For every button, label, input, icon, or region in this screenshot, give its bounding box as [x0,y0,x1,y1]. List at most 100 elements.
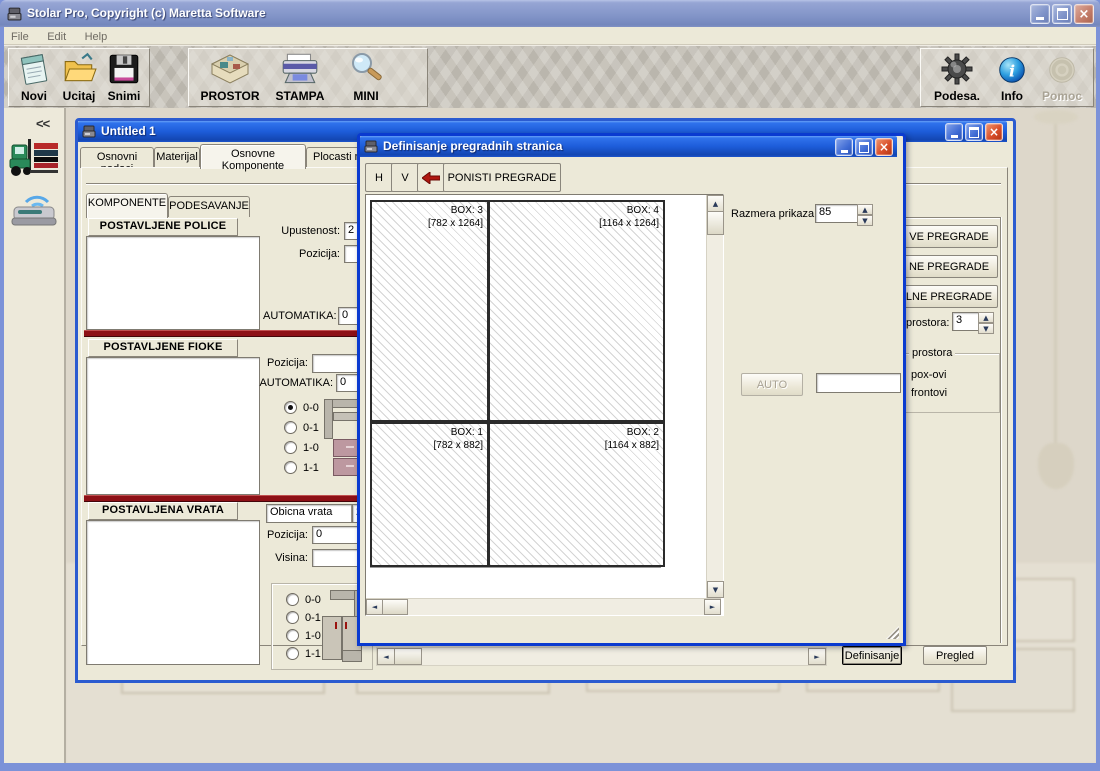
stampa-button[interactable]: STAMPA [269,51,331,104]
razmera-field[interactable]: 85 [815,204,861,223]
subtab-podesavanje[interactable]: PODESAVANJE [168,196,250,217]
pregrade-button-2[interactable]: NE PREGRADE [900,255,998,278]
scroll-thumb[interactable] [382,599,408,615]
police-pozicija-label: Pozicija: [274,248,340,260]
box-2[interactable]: BOX: 2[1164 x 882] [488,422,665,567]
scroll-right-icon[interactable]: ► [704,599,721,615]
police-listbox[interactable] [86,236,260,330]
box-4-name: BOX: 4 [599,204,659,217]
radio-dot [284,461,297,474]
sidebar-collapse-button[interactable]: << [36,116,49,131]
menu-edit[interactable]: Edit [40,29,73,45]
spinner-down-icon[interactable]: ▼ [857,215,873,226]
doc-icon [82,124,96,138]
prostor-button[interactable]: PROSTOR [197,51,263,104]
scroll-up-icon[interactable]: ▲ [707,195,724,212]
fioke-radio-1-1[interactable]: 1-1 [284,461,319,474]
maximize-button[interactable] [1052,4,1072,24]
subtab-komponente[interactable]: KOMPONENTE [86,193,168,218]
auto-value-field[interactable] [816,373,901,393]
box-4[interactable]: BOX: 4[1164 x 1264] [488,200,665,422]
help-icon [1045,51,1079,87]
ponisti-pregrade-button[interactable]: PONISTI PREGRADE [443,163,561,192]
prostora-item-frontovi[interactable]: frontovi [911,387,947,399]
fioke-pozicija-label: Pozicija: [264,357,308,369]
scroll-thumb[interactable] [394,648,422,665]
prostora-item-boxovi[interactable]: pox-ovi [911,369,946,381]
doc-maximize-button[interactable] [965,123,983,141]
vrata-listbox[interactable] [86,520,260,665]
spinner-up-icon[interactable]: ▲ [857,204,873,215]
prostora-label: prostora: [906,317,949,329]
box-1[interactable]: BOX: 1[782 x 882] [370,422,489,567]
toolbar-group-file: Novi Ucitaj Snimi [8,48,150,107]
definisanje-button[interactable]: Definisanje [842,646,902,665]
dialog-maximize-button[interactable] [855,138,873,156]
dialog-minimize-button[interactable] [835,138,853,156]
fioke-radio-1-0[interactable]: 1-0 [284,441,319,454]
podesavanja-button[interactable]: Podesa. [927,51,987,104]
spinner-down-icon[interactable]: ▼ [978,323,994,334]
close-button[interactable]: × [1074,4,1094,24]
fioke-radio-0-1[interactable]: 0-1 [284,421,319,434]
magnifier-icon [345,51,387,87]
partition-canvas[interactable]: BOX: 3[782 x 1264] BOX: 4[1164 x 1264] B… [365,194,724,616]
mini-button[interactable]: MINI [337,51,395,104]
ucitaj-button[interactable]: Ucitaj [57,51,101,104]
dialog-close-button[interactable]: × [875,138,893,156]
menu-file[interactable]: File [4,29,36,45]
vrata-radio-1-1[interactable]: 1-1 [286,647,321,660]
tab-osnovne-komponente[interactable]: Osnovne Komponente [200,144,306,169]
scroll-left-icon[interactable]: ◄ [377,648,395,665]
vrata-visina-label: Visina: [271,552,308,564]
auto-button[interactable]: AUTO [741,373,803,396]
scroll-down-icon[interactable]: ▼ [707,581,724,598]
doc-close-button[interactable]: × [985,123,1003,141]
pregrade-button-1[interactable]: VE PREGRADE [900,225,998,248]
pomoc-button[interactable]: Pomoc [1035,51,1089,104]
svg-text:i: i [1009,62,1015,81]
pregrade-button-3[interactable]: LNE PREGRADE [900,285,998,308]
doc-minimize-button[interactable] [945,123,963,141]
prostor-label: PROSTOR [197,89,263,103]
box-2-dim: [1164 x 882] [605,439,659,452]
fioke-listbox[interactable] [86,357,260,495]
doc-hscrollbar[interactable]: ◄ ► [376,647,827,666]
box-3[interactable]: BOX: 3[782 x 1264] [370,200,489,422]
forklift-icon[interactable] [8,134,60,180]
snimi-button[interactable]: Snimi [103,51,145,104]
fioke-automatika-label: AUTOMATIKA: [255,377,333,389]
canvas-vscrollbar[interactable]: ▲ ▼ [706,195,723,598]
prostora-groupbox: prostora pox-ovi frontovi [903,353,1000,413]
scanner-icon[interactable] [8,186,60,230]
folder-icon [61,51,97,87]
info-icon: i [995,51,1029,87]
scroll-right-icon[interactable]: ► [808,648,826,665]
tab-osnovni-podaci[interactable]: Osnovni podaci [80,147,154,168]
fioke-radio-0-0[interactable]: 0-0 [284,401,319,414]
info-button[interactable]: i Info [991,51,1033,104]
spinner-up-icon[interactable]: ▲ [978,312,994,323]
undo-arrow-button[interactable] [417,163,445,192]
split-horizontal-button[interactable]: H [365,163,393,192]
resize-grip[interactable] [886,626,899,639]
radio-dot [286,611,299,624]
vrata-radio-0-0[interactable]: 0-0 [286,593,321,606]
menu-help[interactable]: Help [78,29,115,45]
novi-label: Novi [13,89,55,103]
box-3-name: BOX: 3 [428,204,483,217]
box-1-dim: [782 x 882] [434,439,483,452]
vrata-radio-0-1[interactable]: 0-1 [286,611,321,624]
doc-title: Untitled 1 [101,124,156,138]
vrata-radio-1-0[interactable]: 1-0 [286,629,321,642]
novi-button[interactable]: Novi [13,51,55,104]
tab-materijal[interactable]: Materijal [154,147,200,168]
app-window: Stolar Pro, Copyright (c) Maretta Softwa… [0,0,1100,771]
pregled-button[interactable]: Pregled [923,646,987,665]
right-panel-edge [1000,217,1002,643]
minimize-button[interactable] [1030,4,1050,24]
canvas-hscrollbar[interactable]: ◄ ► [366,598,721,615]
split-vertical-button[interactable]: V [391,163,419,192]
scroll-left-icon[interactable]: ◄ [366,599,383,615]
scroll-thumb[interactable] [707,211,724,235]
